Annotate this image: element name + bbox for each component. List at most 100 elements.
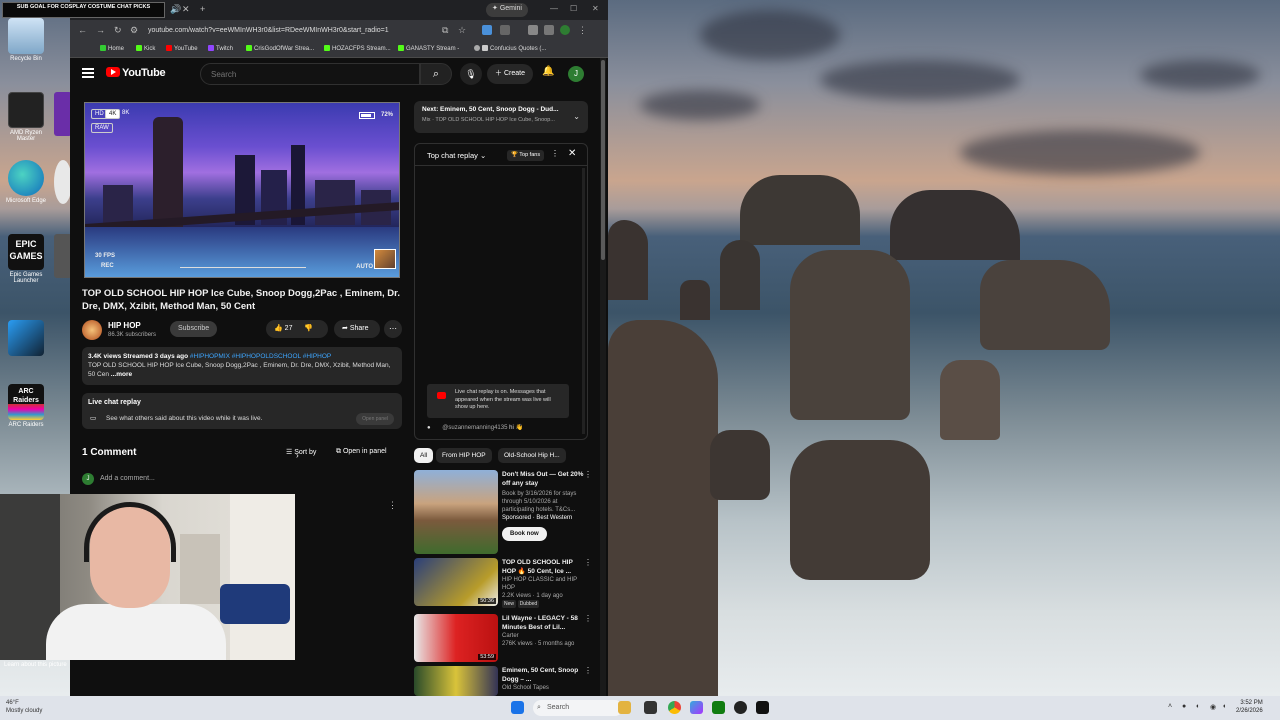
sort-by-button[interactable]: ☰ Sort by (286, 448, 316, 456)
chip-all[interactable]: All (414, 448, 434, 463)
weather-widget[interactable]: 46°F Mostly cloudy (6, 699, 42, 715)
tray-chevron-icon[interactable]: ˄ (1168, 703, 1172, 710)
bookmark-confucius[interactable]: Confucius Quotes (... (474, 45, 546, 52)
youtube-logo[interactable]: YouTube (106, 67, 166, 79)
profile-avatar[interactable] (560, 25, 570, 35)
obs-icon[interactable] (734, 701, 747, 714)
tab-close-icon[interactable]: ✕ (182, 4, 190, 15)
account-avatar[interactable]: J (568, 66, 584, 82)
bookmark-hozacfps[interactable]: HOZACFPS Stream... (324, 45, 391, 52)
close-window-button[interactable]: ✕ (592, 4, 599, 13)
share-button[interactable]: ➦ Share (334, 320, 380, 338)
volume-icon[interactable]: ◖ (1222, 703, 1226, 710)
amd-ryzen-master-shortcut[interactable]: AMD Ryzen Master (2, 92, 50, 142)
app-icon[interactable] (690, 701, 703, 714)
gemini-button[interactable]: ✦ Gemini (486, 3, 528, 17)
new-tab-button[interactable]: + (200, 4, 205, 14)
hamburger-menu-icon[interactable] (82, 68, 94, 78)
bookmark-twitch[interactable]: Twitch (208, 45, 233, 52)
create-button[interactable]: ＋ Create (487, 64, 533, 84)
bookmark-crisgodofwar[interactable]: CrisGodOfWar Strea... (246, 45, 314, 52)
sponsored-item[interactable]: Don't Miss Out — Get 20% off any stay Bo… (414, 470, 594, 554)
forward-button[interactable]: → (96, 25, 105, 35)
chip-old-school[interactable]: Old-School Hip H... (498, 448, 566, 463)
browser-menu-icon[interactable]: ⋮ (578, 25, 587, 36)
like-button[interactable]: 👍 27 (274, 325, 292, 332)
ad-more-icon[interactable]: ⋮ (584, 470, 592, 479)
extensions-puzzle-icon[interactable] (500, 25, 510, 35)
search-input[interactable] (200, 63, 420, 85)
taskbar-search[interactable]: ⌕ Search (533, 700, 623, 716)
maximize-button[interactable]: ☐ (570, 4, 577, 13)
video-recommendation[interactable]: 53:59 Lil Wayne - LEGACY - 58 Minutes Be… (414, 614, 594, 664)
subscribe-button[interactable]: Subscribe (170, 321, 218, 337)
install-icon[interactable]: ⧉ (442, 25, 448, 36)
video-recommendation[interactable]: 50:36 TOP OLD SCHOOL HIP HOP 🔥 50 Cent, … (414, 558, 594, 608)
video-more-icon[interactable]: ⋮ (584, 558, 592, 567)
tray-app-icon[interactable]: ● (1182, 703, 1186, 710)
rock (608, 220, 648, 300)
desktop-shortcut[interactable] (2, 320, 50, 358)
recycle-bin-shortcut[interactable]: Recycle Bin (2, 18, 50, 62)
taskbar-clock[interactable]: 3:52 PM 2/26/2026 (1236, 699, 1263, 715)
arc-raiders-shortcut[interactable]: ARC Raiders ARC Raiders (2, 384, 50, 428)
network-icon[interactable]: ◉ (1210, 703, 1216, 711)
bookmark-kick[interactable]: Kick (136, 45, 155, 52)
screenshot-icon[interactable] (528, 25, 538, 35)
close-chat-icon[interactable]: ✕ (568, 148, 576, 159)
bookmark-ganasty[interactable]: GANASTY Stream - (398, 45, 459, 52)
video-player[interactable]: HD 4K 8K RAW 72% 30 FPS REC AUTO (84, 102, 400, 278)
reload-button[interactable]: ↻ (114, 25, 122, 36)
book-now-button[interactable]: Book now (502, 527, 547, 541)
bookmark-star-icon[interactable]: ☆ (458, 25, 466, 36)
up-next-card[interactable]: Next: Eminem, 50 Cent, Snoop Dogg - Dud.… (414, 101, 588, 133)
tray-app-icon[interactable]: ◐ (1196, 703, 1200, 710)
add-comment-input[interactable]: Add a comment... (100, 475, 155, 482)
show-more-link[interactable]: ...more (111, 371, 132, 378)
more-actions-button[interactable]: ⋯ (384, 320, 402, 338)
top-fans-button[interactable]: 🏆 Top fans (507, 150, 545, 161)
xbox-icon[interactable] (712, 701, 725, 714)
chat-menu-icon[interactable]: ⋮ (551, 149, 559, 158)
chevron-right-icon[interactable]: › (296, 451, 299, 460)
page-scrollbar[interactable] (600, 58, 606, 696)
mute-icon[interactable]: 🔊 (170, 4, 181, 15)
task-view-icon[interactable] (644, 701, 657, 714)
terminal-icon[interactable] (756, 701, 769, 714)
url-field[interactable]: youtube.com/watch?v=eeWMInWH3r0&list=RDe… (142, 24, 432, 38)
top-chat-replay-dropdown[interactable]: Top chat replay ⌄ (427, 151, 486, 160)
open-panel-button[interactable]: Open panel (356, 413, 394, 425)
epic-games-shortcut[interactable]: EPIC GAMES Epic Games Launcher (2, 234, 50, 284)
chat-scrollbar[interactable] (582, 168, 585, 434)
chrome-icon[interactable] (668, 701, 681, 714)
learn-about-picture[interactable]: Learn about this picture (4, 662, 67, 669)
microsoft-edge-shortcut[interactable]: Microsoft Edge (2, 160, 50, 204)
comment-more-icon[interactable]: ⋮ (388, 500, 397, 511)
voice-search-button[interactable]: 🎙 (460, 63, 482, 85)
video-more-icon[interactable]: ⋮ (584, 666, 592, 675)
bookmark-youtube[interactable]: YouTube (166, 45, 198, 52)
search-button[interactable]: ⌕ (420, 63, 452, 85)
download-icon[interactable] (544, 25, 554, 35)
bookmark-home[interactable]: Home (100, 45, 124, 52)
minimize-button[interactable]: — (550, 4, 558, 13)
dislike-button[interactable]: 👎 (304, 325, 313, 332)
channel-avatar[interactable] (82, 320, 102, 340)
open-in-panel-button[interactable]: ⧉ Open in panel (336, 448, 387, 456)
hashtags[interactable]: #HIPHOPMIX #HIPHOPOLDSCHOOL #HIPHOP (190, 353, 331, 360)
video-more-icon[interactable]: ⋮ (584, 614, 592, 623)
zoom-slider[interactable] (180, 267, 306, 268)
video-recommendation[interactable]: Eminem, 50 Cent, Snoop Dogg – ... Old Sc… (414, 666, 594, 696)
chip-from-hip-hop[interactable]: From HIP HOP (436, 448, 492, 463)
start-button[interactable] (511, 701, 524, 714)
channel-name[interactable]: HIP HOP (108, 321, 141, 330)
chevron-down-icon[interactable]: ⌄ (573, 112, 580, 121)
chat-text: hi 👋 (509, 425, 523, 431)
widgets-icon[interactable] (618, 701, 631, 714)
notifications-bell-icon[interactable]: 🔔 (542, 66, 554, 77)
description-box[interactable]: 3.4K views Streamed 3 days ago #HIPHOPMI… (82, 347, 402, 385)
back-button[interactable]: ← (78, 25, 87, 35)
subscriber-count: 86.3K subscribers (108, 332, 157, 338)
site-info-icon[interactable]: ⚙ (130, 25, 138, 36)
extension-icon[interactable] (482, 25, 492, 35)
